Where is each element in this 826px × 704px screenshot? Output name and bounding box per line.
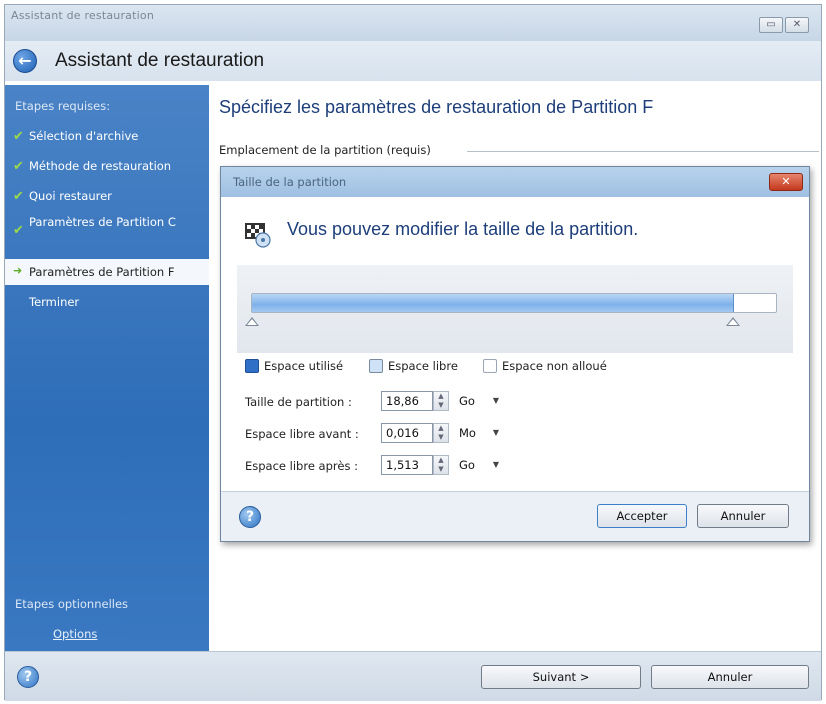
dialog-caption: Taille de la partition (233, 175, 347, 189)
legend-free-label: Espace libre (388, 359, 458, 373)
help-icon[interactable]: ? (17, 666, 39, 688)
sidebar-item-label: Terminer (29, 295, 80, 309)
unit-value: Go (459, 458, 475, 472)
free-space-before-unit-select[interactable]: Mo ▼ (455, 423, 503, 443)
checkmark-icon: ✔ (13, 129, 24, 144)
chevron-down-icon: ▼ (492, 396, 499, 405)
checkmark-icon: ✔ (13, 223, 24, 238)
unit-value: Go (459, 394, 475, 408)
partition-size-unit-select[interactable]: Go ▼ (455, 391, 503, 411)
dialog-close-button[interactable]: ✕ (769, 173, 803, 191)
right-slider-handle[interactable] (726, 317, 740, 326)
checkmark-icon: ✔ (13, 159, 24, 174)
dialog-heading: Vous pouvez modifier la taille de la par… (287, 219, 639, 239)
dialog-footer: ? Accepter Annuler (221, 491, 809, 541)
sidebar-item-partition-c-settings[interactable]: ✔ Paramètres de Partition C (5, 215, 209, 247)
checkmark-icon: ✔ (13, 189, 24, 204)
sidebar-item-label: Paramètres de Partition F (29, 265, 175, 279)
wizard-header: ← Assistant de restauration (5, 41, 821, 81)
options-link[interactable]: Options (53, 627, 97, 641)
dialog-help-icon[interactable]: ? (239, 506, 261, 528)
window-caption: Assistant de restauration (11, 9, 154, 22)
used-space-swatch (245, 359, 259, 373)
dialog-cancel-button[interactable]: Annuler (697, 504, 789, 528)
slider-track (251, 293, 777, 313)
current-step-arrow-icon: ➜ (13, 264, 23, 277)
legend-used: Espace utilisé (245, 359, 343, 373)
sidebar-item-label: Méthode de restauration (29, 159, 172, 173)
sidebar-item-what-to-restore[interactable]: ✔ Quoi restaurer (5, 189, 209, 205)
free-space-before-stepper[interactable]: ▲ ▼ (433, 423, 449, 443)
partition-size-stepper[interactable]: ▲ ▼ (433, 391, 449, 411)
dialog-title-bar: Taille de la partition ✕ (221, 167, 809, 197)
partition-size-label: Taille de partition : (245, 395, 352, 409)
used-space-bar (252, 294, 734, 312)
free-space-swatch (369, 359, 383, 373)
partition-size-slider[interactable] (237, 265, 793, 353)
wizard-footer: ? Suivant > Annuler (5, 651, 821, 701)
sidebar-item-partition-f-settings[interactable]: ➜ Paramètres de Partition F (5, 259, 209, 285)
close-button[interactable]: ✕ (785, 17, 809, 33)
unallocated-space-swatch (483, 359, 497, 373)
sidebar-item-label: Sélection d'archive (29, 129, 139, 143)
accept-button[interactable]: Accepter (597, 504, 687, 528)
free-space-after-stepper[interactable]: ▲ ▼ (433, 455, 449, 475)
optional-steps-title: Etapes optionnelles (15, 597, 129, 611)
chevron-down-icon: ▼ (492, 428, 499, 437)
steps-sidebar: Etapes requises: ✔ Sélection d'archive ✔… (5, 85, 209, 651)
legend-free: Espace libre (369, 359, 458, 373)
next-button[interactable]: Suivant > (481, 665, 641, 689)
wizard-title: Assistant de restauration (55, 50, 265, 71)
sidebar-item-finish[interactable]: Terminer (5, 295, 209, 311)
partition-size-dialog: Taille de la partition ✕ Vous pouvez mod… (220, 166, 810, 542)
sidebar-item-restore-method[interactable]: ✔ Méthode de restauration (5, 159, 209, 175)
restore-button[interactable]: ▭ (759, 17, 783, 33)
unit-value: Mo (459, 426, 476, 440)
sidebar-item-label: Quoi restaurer (29, 189, 112, 203)
page-title: Spécifiez les paramètres de restauration… (219, 97, 654, 117)
free-space-before-input[interactable]: 0,016 (381, 423, 433, 443)
partition-location-label: Emplacement de la partition (requis) (219, 143, 431, 157)
chevron-down-icon: ▼ (492, 460, 499, 469)
partition-size-input[interactable]: 18,86 (381, 391, 433, 411)
legend-unallocated: Espace non alloué (483, 359, 607, 373)
free-space-after-input[interactable]: 1,513 (381, 455, 433, 475)
free-space-before-label: Espace libre avant : (245, 427, 359, 441)
sidebar-item-label: Paramètres de Partition C (29, 215, 176, 229)
title-bar: Assistant de restauration ▭ ✕ (5, 5, 821, 41)
required-steps-title: Etapes requises: (15, 99, 111, 113)
back-arrow-icon[interactable]: ← (13, 49, 37, 73)
free-space-after-label: Espace libre après : (245, 459, 358, 473)
group-divider (467, 151, 819, 152)
partition-resize-icon (245, 223, 271, 248)
legend-used-label: Espace utilisé (264, 359, 344, 373)
cancel-button[interactable]: Annuler (651, 665, 809, 689)
sidebar-item-archive-selection[interactable]: ✔ Sélection d'archive (5, 129, 209, 145)
dialog-body: Vous pouvez modifier la taille de la par… (221, 197, 809, 491)
free-space-after-unit-select[interactable]: Go ▼ (455, 455, 503, 475)
left-slider-handle[interactable] (245, 317, 259, 326)
legend-unallocated-label: Espace non alloué (502, 359, 607, 373)
